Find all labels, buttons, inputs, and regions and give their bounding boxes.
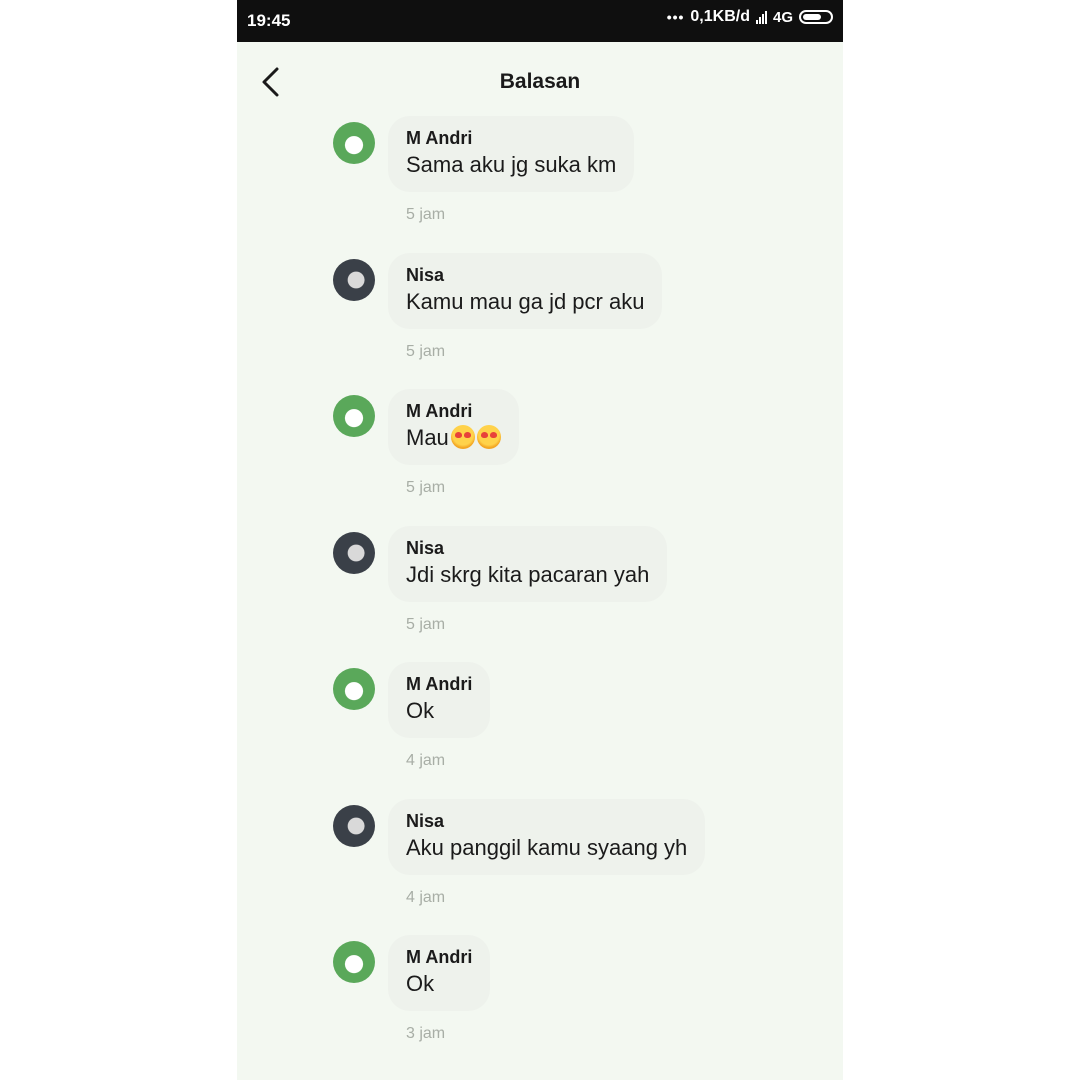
sender-name: Nisa (406, 811, 445, 831)
timestamp: 4 jam (406, 752, 446, 769)
message-bubble[interactable]: M Andri Sama aku jg suka km (388, 116, 635, 192)
page-title: Balasan (499, 70, 581, 93)
message-bubble[interactable]: M Andri Ok (388, 662, 491, 738)
message-text: Ok (406, 698, 435, 723)
message-bubble[interactable]: Nisa Jdi skrg kita pacaran yah (388, 526, 668, 602)
status-indicators: ••• 0,1KB/d 4G (667, 8, 833, 26)
sender-name: Nisa (406, 538, 445, 558)
message-bubble[interactable]: Nisa Aku panggil kamu syaang yh (388, 799, 706, 875)
timestamp: 5 jam (406, 616, 446, 633)
message-text: Kamu mau ga jd pcr aku (406, 289, 645, 314)
message-bubble[interactable]: M Andri Ok (388, 935, 491, 1011)
message-text: Sama aku jg suka km (406, 152, 617, 177)
status-time: 19:45 (247, 11, 291, 30)
network-type: 4G (772, 8, 793, 26)
timestamp: 3 jam (406, 1025, 446, 1042)
timestamp: 5 jam (406, 479, 446, 496)
net-speed: 0,1KB/d (690, 8, 750, 25)
timestamp: 4 jam (406, 889, 446, 906)
heart-eyes-emoji-icon (450, 425, 475, 449)
avatar[interactable] (333, 532, 375, 574)
avatar[interactable] (333, 941, 375, 983)
heart-eyes-emoji-icon (476, 425, 501, 449)
avatar[interactable] (333, 805, 375, 847)
sender-name: M Andri (406, 401, 473, 421)
sender-name: Nisa (406, 265, 445, 285)
message-text: Ok (406, 971, 435, 996)
avatar[interactable] (333, 122, 375, 164)
message-text: Mau (406, 423, 501, 453)
timestamp: 5 jam (406, 206, 446, 223)
app-header: Balasan (237, 42, 843, 122)
avatar[interactable] (333, 395, 375, 437)
signal-icon (755, 10, 767, 24)
message-text-content: Mau (406, 425, 449, 450)
timestamp: 5 jam (406, 343, 446, 360)
avatar[interactable] (333, 259, 375, 301)
avatar[interactable] (333, 668, 375, 710)
notification-dots-icon: ••• (666, 9, 685, 25)
phone-screen: 19:45 ••• 0,1KB/d 4G Balasan M Andri Sam… (237, 0, 843, 1080)
sender-name: M Andri (406, 128, 473, 148)
message-bubble[interactable]: Nisa Kamu mau ga jd pcr aku (388, 253, 663, 329)
sender-name: M Andri (406, 947, 473, 967)
message-text: Jdi skrg kita pacaran yah (406, 562, 650, 587)
message-text: Aku panggil kamu syaang yh (406, 835, 688, 860)
status-bar: 19:45 ••• 0,1KB/d 4G (237, 0, 843, 42)
battery-icon (799, 10, 833, 24)
message-bubble[interactable]: M Andri Mau (388, 389, 519, 465)
sender-name: M Andri (406, 674, 473, 694)
